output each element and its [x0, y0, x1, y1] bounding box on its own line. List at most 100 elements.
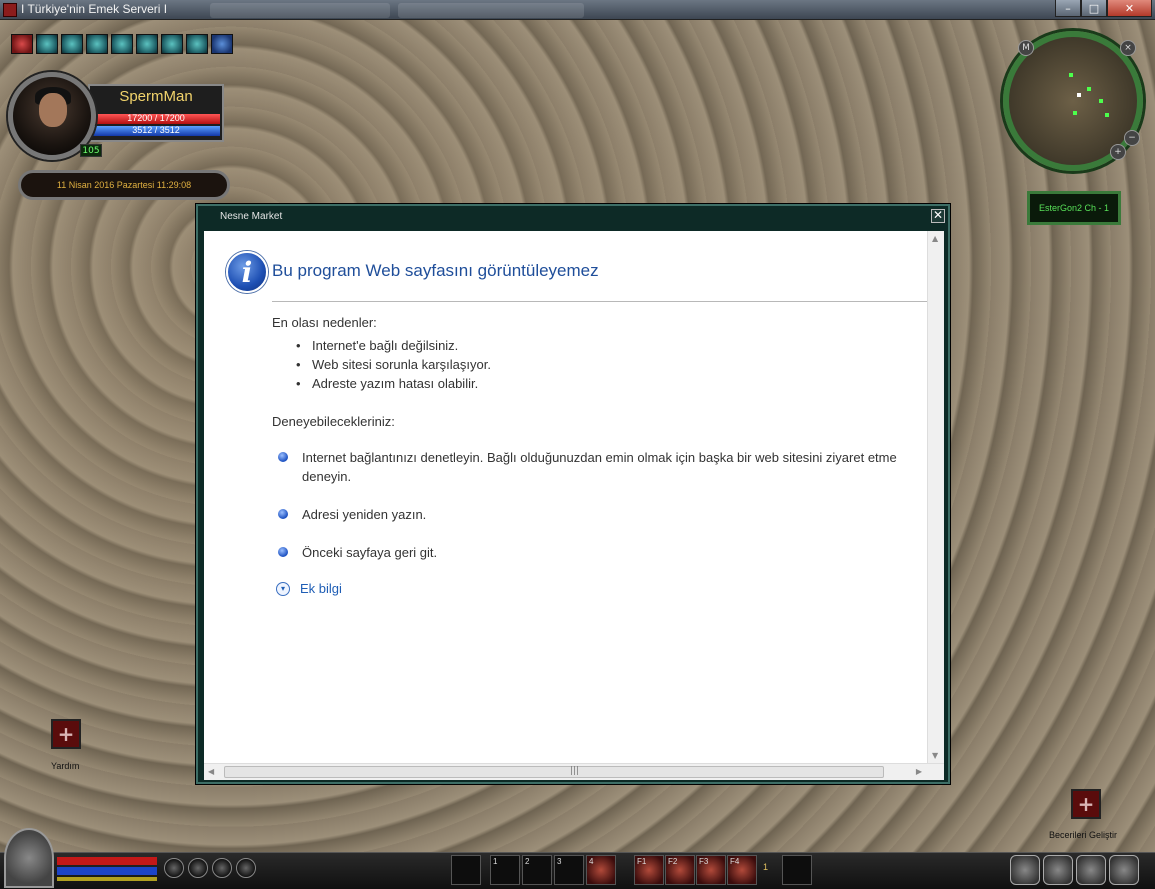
market-close-button[interactable]: ✕	[931, 209, 945, 223]
market-title: Nesne Market	[220, 211, 283, 222]
tip-text: Internet bağlantınızı denetleyin. Bağlı …	[302, 450, 897, 484]
plus-icon: +	[57, 722, 75, 746]
hotbar-slot[interactable]: F4	[727, 855, 757, 885]
hp-text: 17200 / 17200	[127, 113, 185, 123]
scroll-grip-icon: |||	[570, 766, 580, 776]
inventory-menu-icon[interactable]	[1043, 855, 1073, 885]
reasons-list: Internet'e bağlı değilsiniz. Web sitesi …	[296, 336, 491, 393]
menu-orb-icon[interactable]	[212, 858, 232, 878]
minimap-marker	[1073, 111, 1077, 115]
zoom-in-button[interactable]: +	[1110, 144, 1126, 160]
skills-menu-icon[interactable]	[1076, 855, 1106, 885]
more-info-link[interactable]: ▾ Ek bilgi	[276, 581, 342, 596]
buff-icon[interactable]	[161, 34, 183, 54]
minimap-marker	[1069, 73, 1073, 77]
menu-orb-icon[interactable]	[188, 858, 208, 878]
scroll-down-icon[interactable]: ▼	[932, 751, 938, 760]
background-tab[interactable]	[398, 3, 584, 18]
hotbar-slot[interactable]: F2	[665, 855, 695, 885]
hotbar-page[interactable]: 1	[763, 862, 768, 872]
help-label: Yardım	[51, 761, 80, 771]
skill-upgrade-label: Becerileri Geliştir	[1049, 830, 1118, 840]
buff-icon[interactable]	[86, 34, 108, 54]
hotbar-slot[interactable]: 3	[554, 855, 584, 885]
channel-indicator: EsterGon2 Ch - 1	[1027, 191, 1121, 225]
scroll-right-icon[interactable]: ▶	[916, 767, 922, 776]
minimap-marker	[1105, 113, 1109, 117]
camera-icon[interactable]	[782, 855, 812, 885]
buff-icon[interactable]	[11, 34, 33, 54]
chevron-down-icon: ▾	[276, 581, 290, 596]
bullet-icon	[278, 547, 288, 557]
background-tab[interactable]	[210, 3, 390, 18]
tip-item: Internet bağlantınızı denetleyin. Bağlı …	[278, 448, 938, 486]
window-title: I Türkiye'nin Emek Serveri I	[21, 2, 168, 16]
bullet-icon	[278, 452, 288, 462]
hotbar-mp-bar	[57, 867, 157, 875]
settings-gear-icon[interactable]	[1109, 855, 1139, 885]
player-marker	[1077, 93, 1081, 97]
mp-bar: 3512 / 3512	[92, 125, 220, 136]
zoom-out-button[interactable]: −	[1124, 130, 1140, 146]
tips-heading: Deneyebilecekleriniz:	[272, 414, 395, 429]
menu-orb-icon[interactable]	[164, 858, 184, 878]
character-menu-icon[interactable]	[1010, 855, 1040, 885]
close-button[interactable]: ✕	[1107, 0, 1152, 17]
minimap-marker	[1087, 87, 1091, 91]
hotbar-slot[interactable]: 4	[586, 855, 616, 885]
map-button[interactable]: M	[1018, 40, 1034, 56]
window-titlebar: I Türkiye'nin Emek Serveri I – □ ✕	[0, 0, 1155, 20]
scroll-up-icon[interactable]: ▲	[932, 234, 938, 243]
plus-icon: +	[1077, 792, 1095, 816]
tip-item: Önceki sayfaya geri git.	[278, 543, 938, 562]
level-badge: 105	[80, 144, 102, 157]
buff-icon[interactable]	[186, 34, 208, 54]
portrait-face	[39, 93, 67, 127]
menu-orb-icon[interactable]	[236, 858, 256, 878]
datetime-display: 11 Nisan 2016 Pazartesi 11:29:08	[18, 170, 230, 200]
error-title: Bu program Web sayfasını görüntüleyemez	[272, 261, 599, 280]
hp-bar: 17200 / 17200	[92, 113, 220, 124]
mp-text: 3512 / 3512	[132, 125, 180, 135]
scroll-left-icon[interactable]: ◀	[208, 767, 214, 776]
buff-icon-row	[11, 34, 233, 54]
maximize-button[interactable]: □	[1081, 0, 1107, 17]
tip-text: Önceki sayfaya geri git.	[302, 545, 438, 560]
minimap-close-button[interactable]: ×	[1120, 40, 1136, 56]
bullet-icon	[278, 509, 288, 519]
vertical-scrollbar[interactable]: ▲ ▼	[927, 231, 944, 763]
skill-upgrade-button[interactable]: +	[1071, 789, 1101, 819]
character-panel: SpermMan 17200 / 17200 3512 / 3512 105	[8, 72, 226, 160]
dice-icon[interactable]	[4, 828, 54, 888]
weapon-slot-icon[interactable]	[451, 855, 481, 885]
buff-icon[interactable]	[136, 34, 158, 54]
hotbar-hp-bar	[57, 857, 157, 865]
horizontal-scrollbar[interactable]: ◀ ||| ▶	[204, 763, 944, 780]
tip-text: Adresi yeniden yazın.	[302, 507, 427, 522]
character-status-box: SpermMan 17200 / 17200 3512 / 3512	[88, 84, 224, 142]
buff-icon[interactable]	[111, 34, 133, 54]
reasons-heading: En olası nedenler:	[272, 315, 377, 330]
buff-icon[interactable]	[61, 34, 83, 54]
item-market-window: Nesne Market ✕ i Bu program Web sayfasın…	[196, 204, 950, 784]
more-info-label: Ek bilgi	[300, 581, 342, 596]
help-button[interactable]: +	[51, 719, 81, 749]
hotbar-slot[interactable]: F1	[634, 855, 664, 885]
tip-item: Adresi yeniden yazın.	[278, 505, 938, 524]
minimize-button[interactable]: –	[1055, 0, 1081, 17]
info-icon: i	[226, 251, 268, 293]
buff-icon[interactable]	[36, 34, 58, 54]
hotbar-slot[interactable]: 2	[522, 855, 552, 885]
hotbar-slot[interactable]: F3	[696, 855, 726, 885]
reason-item: Internet'e bağlı değilsiniz.	[296, 336, 491, 355]
scroll-thumb[interactable]: |||	[224, 766, 884, 778]
app-icon	[3, 3, 17, 17]
title-divider	[272, 301, 928, 302]
reason-item: Adreste yazım hatası olabilir.	[296, 374, 491, 393]
embedded-browser: i Bu program Web sayfasını görüntüleyeme…	[204, 231, 944, 780]
buff-icon[interactable]	[211, 34, 233, 54]
hotbar-slot[interactable]: 1	[490, 855, 520, 885]
experience-bar	[57, 877, 157, 881]
minimap-marker	[1099, 99, 1103, 103]
window-controls: – □ ✕	[1055, 0, 1152, 17]
